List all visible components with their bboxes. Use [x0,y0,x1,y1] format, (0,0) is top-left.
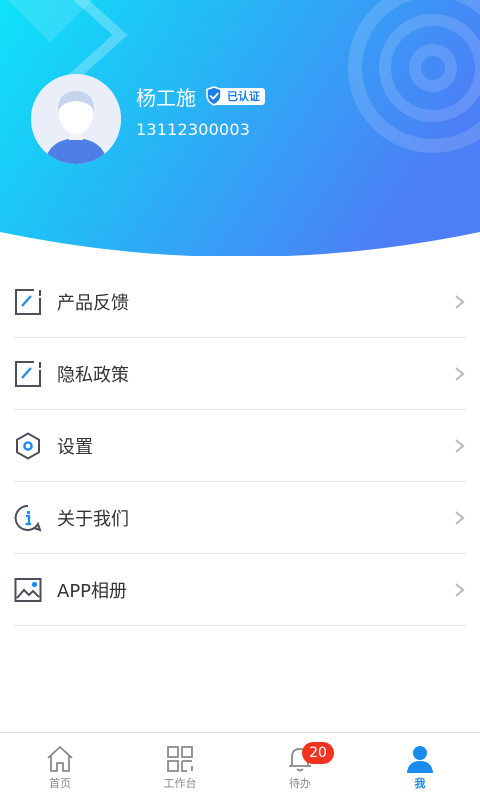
tab-me[interactable]: 我 [360,733,480,800]
menu-item-album[interactable]: APP相册 [14,554,466,626]
info-icon [14,504,42,532]
chevron-right-icon [455,295,465,309]
user-name: 杨工施 [136,86,196,110]
home-icon [45,744,75,774]
menu-item-feedback[interactable]: 产品反馈 [14,266,466,338]
settings-menu: 产品反馈 隐私政策 设置 关于我们 APP相册 [14,266,466,626]
menu-item-privacy[interactable]: 隐私政策 [14,338,466,410]
settings-hexagon-icon [14,431,42,460]
todo-count-badge: 20 [302,742,334,764]
person-icon [405,744,435,774]
menu-item-label: 产品反馈 [57,292,129,314]
photo-album-icon [14,576,42,604]
menu-item-label: 关于我们 [57,508,129,530]
avatar[interactable] [31,74,121,164]
feedback-icon [14,288,42,316]
menu-item-label: APP相册 [57,580,128,602]
chevron-right-icon [455,511,465,525]
menu-item-about[interactable]: 关于我们 [14,482,466,554]
bottom-tab-bar: 首页 工作台 待办 我 [0,732,480,800]
tab-home[interactable]: 首页 [0,733,120,800]
tab-label: 工作台 [163,777,197,790]
tab-label: 我 [414,777,426,790]
avatar-person-icon [31,74,121,164]
chevron-right-icon [455,439,465,453]
user-phone: 13112300003 [136,120,251,139]
menu-item-label: 设置 [57,436,93,458]
chevron-right-icon [455,583,465,597]
grid-icon [165,744,195,774]
verified-badge: 已认证 [205,86,265,106]
chevron-right-icon [455,367,465,381]
tab-workbench[interactable]: 工作台 [120,733,240,800]
menu-item-label: 隐私政策 [57,364,129,386]
tab-label: 首页 [49,777,71,790]
tab-label: 待办 [289,777,311,790]
menu-item-settings[interactable]: 设置 [14,410,466,482]
privacy-icon [14,360,42,388]
tab-todo[interactable]: 待办 [240,733,360,800]
shield-check-icon [206,86,222,106]
